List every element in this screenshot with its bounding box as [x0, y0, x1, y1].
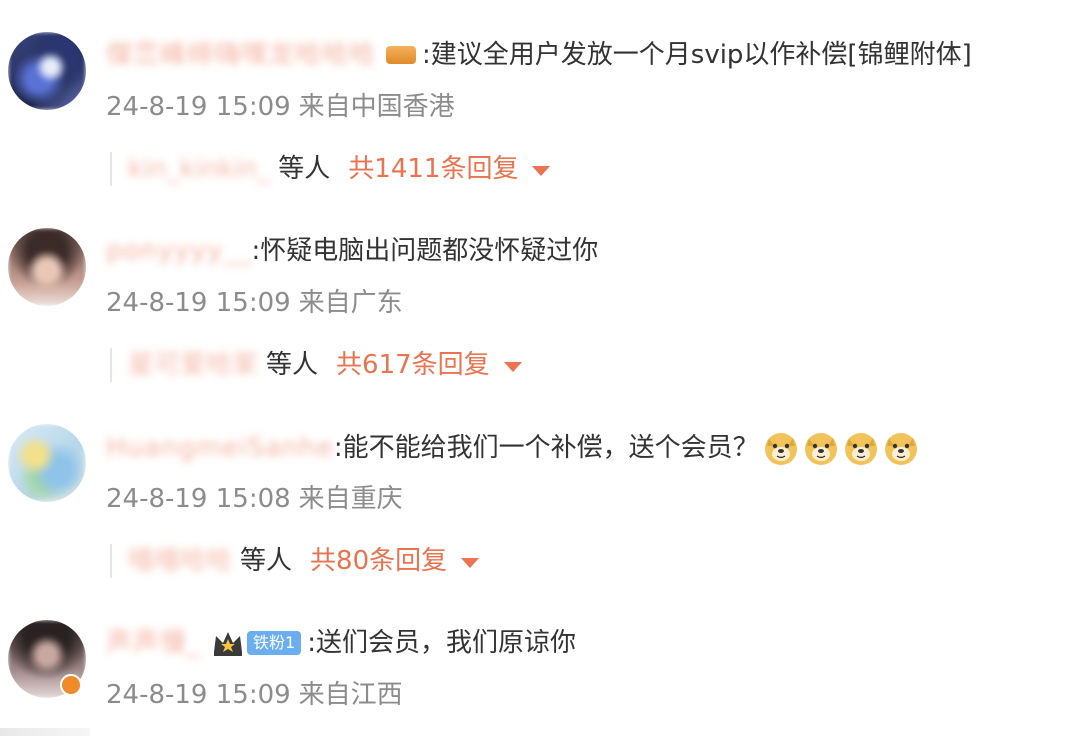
reply-separator: 等人 [240, 546, 293, 576]
reply-username[interactable]: kin_kinkin_ [128, 152, 270, 186]
reply-count-button[interactable]: 共1411条回复 [348, 152, 518, 186]
comment-date: 24-8-19 15:09 [106, 288, 291, 318]
reply-separator: 等人 [266, 350, 319, 380]
comment-body: 傑峦峰缔嗨嘿龙哈哈哈 :建议全用户发放一个月svip以作补偿[锦鲤附体] [106, 38, 972, 72]
reply-separator: 等人 [278, 154, 331, 184]
comment-meta: 24-8-19 15:09 来自江西 [106, 678, 403, 712]
comment-item: HuangmeiSanhe :能不能给我们一个补偿，送个会员？ 24-8-19 … [0, 392, 1085, 588]
comment-item: ponyyyy__ :怀疑电脑出问题都没怀疑过你 24-8-19 15:09 来自… [0, 196, 1085, 392]
avatar[interactable] [8, 424, 86, 502]
reply-username[interactable]: 嘻嘻哈哈 [128, 544, 232, 578]
comment-location: 来自江西 [298, 680, 403, 710]
doge-emoji-icon [843, 430, 879, 466]
reply-username[interactable]: 星可爱哈家 [128, 348, 258, 382]
comment-meta: 24-8-19 15:09 来自中国香港 [106, 90, 455, 124]
reply-count-button[interactable]: 共617条回复 [336, 348, 490, 382]
username[interactable]: 声声慢_ [106, 626, 201, 660]
comment-text: :送们会员，我们原谅你 [307, 628, 576, 658]
comment-date: 24-8-19 15:09 [106, 92, 291, 122]
comment-meta: 24-8-19 15:09 来自广东 [106, 286, 403, 320]
comment-text: :能不能给我们一个补偿，送个会员？ [333, 433, 759, 463]
doge-emoji-icon [803, 430, 839, 466]
chevron-down-icon[interactable] [461, 558, 480, 568]
username[interactable]: ponyyyy__ [106, 234, 251, 268]
comment-body: ponyyyy__ :怀疑电脑出问题都没怀疑过你 [106, 234, 598, 268]
comment-body: 声声慢_ 铁粉1 :送们会员，我们原谅你 [106, 626, 576, 660]
comment-text: :建议全用户发放一个月svip以作补偿[锦鲤附体] [422, 40, 972, 70]
next-avatar-edge [0, 728, 90, 736]
comment-location: 来自广东 [298, 288, 403, 318]
comment-list: 傑峦峰缔嗨嘿龙哈哈哈 :建议全用户发放一个月svip以作补偿[锦鲤附体] 24-… [0, 0, 1085, 736]
chevron-down-icon[interactable] [503, 362, 522, 372]
comment-date: 24-8-19 15:08 [106, 484, 291, 514]
username[interactable]: HuangmeiSanhe [106, 431, 334, 465]
reply-summary[interactable]: kin_kinkin_ 等人 共1411条回复 [110, 152, 551, 186]
reply-summary[interactable]: 嘻嘻哈哈 等人 共80条回复 [110, 544, 480, 578]
crown-icon [211, 628, 245, 658]
username[interactable]: 傑峦峰缔嗨嘿龙哈哈哈 [106, 38, 376, 72]
comment-item: 傑峦峰缔嗨嘿龙哈哈哈 :建议全用户发放一个月svip以作补偿[锦鲤附体] 24-… [0, 0, 1085, 196]
chevron-down-icon[interactable] [532, 166, 551, 176]
doge-emoji-icon [883, 430, 919, 466]
reply-count-button[interactable]: 共80条回复 [310, 544, 447, 578]
comment-meta: 24-8-19 15:08 来自重庆 [106, 482, 403, 516]
comment-body: HuangmeiSanhe :能不能给我们一个补偿，送个会员？ [106, 430, 919, 466]
reply-summary[interactable]: 星可爱哈家 等人 共617条回复 [110, 348, 522, 382]
fan-badge: 铁粉1 [247, 631, 302, 655]
comment-location: 来自重庆 [298, 484, 403, 514]
member-badge-icon [386, 46, 417, 64]
avatar[interactable] [8, 32, 86, 110]
avatar[interactable] [8, 228, 86, 306]
comment-text: :怀疑电脑出问题都没怀疑过你 [251, 236, 599, 266]
comment-item: 声声慢_ 铁粉1 :送们会员，我们原谅你 24-8-19 15:09 来自江西 [0, 588, 1085, 728]
doge-emoji-icon [763, 430, 799, 466]
verified-badge-icon [60, 674, 82, 696]
comment-date: 24-8-19 15:09 [106, 680, 291, 710]
comment-location: 来自中国香港 [298, 92, 455, 122]
